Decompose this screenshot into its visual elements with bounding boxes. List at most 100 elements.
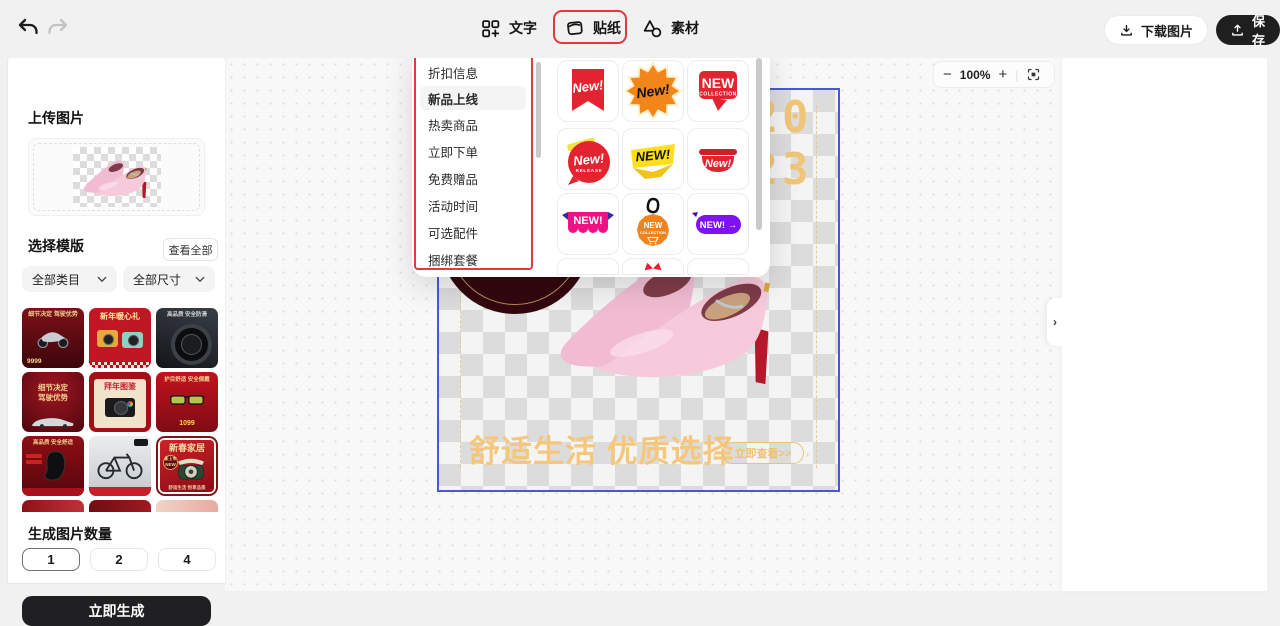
template-thumb-tire[interactable]: 高品质 安全防滑 bbox=[156, 308, 218, 368]
sticker-new-release-bubble[interactable]: New!RELEASE bbox=[557, 128, 619, 190]
download-icon bbox=[1119, 23, 1134, 38]
sticker-partial bbox=[557, 258, 619, 275]
top-toolbar: 文字 贴纸 素材 下载图片 保存 bbox=[0, 0, 1280, 58]
template-thumb-car[interactable]: 细节决定 驾驶优势 bbox=[22, 372, 84, 432]
camera-black bbox=[105, 398, 135, 417]
sticker-new-tub[interactable]: New! bbox=[687, 128, 749, 190]
zoom-controls: − 100% + | bbox=[933, 61, 1055, 88]
sticker-new-collection-bubble[interactable]: NEWCOLLECTION bbox=[687, 60, 749, 122]
sticker-new-collection-tag[interactable]: NEWCOLLECTION bbox=[622, 193, 684, 255]
template-section-title: 选择模版 bbox=[28, 236, 84, 256]
tire-graphic bbox=[171, 324, 212, 365]
count-option-2[interactable]: 2 bbox=[90, 548, 148, 571]
view-all-button[interactable]: 查看全部 bbox=[163, 238, 218, 261]
sticker-category-bundle[interactable]: 捆绑套餐 bbox=[420, 247, 526, 271]
tab-sticker-highlight bbox=[553, 10, 627, 44]
svg-text:NEW! →: NEW! → bbox=[700, 220, 737, 231]
zoom-divider: | bbox=[1015, 68, 1018, 82]
filter-size-select[interactable]: 全部尺寸 bbox=[123, 266, 215, 292]
template-thumb-glasses[interactable]: 护目舒适 安全佩戴 1099 bbox=[156, 372, 218, 432]
save-button[interactable]: 保存 bbox=[1216, 15, 1280, 45]
cta-deco-right: › bbox=[806, 449, 809, 459]
sticker-category-order-now[interactable]: 立即下单 bbox=[420, 139, 526, 163]
chevron-right-icon: › bbox=[1053, 315, 1057, 329]
cta-deco-left: ‹ bbox=[713, 449, 716, 459]
uploaded-image-thumb bbox=[73, 147, 161, 207]
zoom-in-button[interactable]: + bbox=[998, 67, 1007, 82]
sticker-category-discount[interactable]: 折扣信息 bbox=[420, 60, 526, 84]
sticker-new-scallop[interactable]: NEW! bbox=[557, 193, 619, 255]
zoom-out-button[interactable]: − bbox=[943, 67, 952, 82]
redo-icon[interactable] bbox=[46, 16, 72, 42]
svg-text:NEW!: NEW! bbox=[635, 146, 672, 164]
sticker-new-bookmark[interactable]: New! bbox=[557, 60, 619, 122]
left-sidebar: 上传图片 选择模版 查看全部 全部类目 全部尺寸 细节决定 驾驶优势 9999 … bbox=[8, 50, 225, 583]
price-chip bbox=[26, 454, 42, 458]
upload-icon bbox=[1230, 23, 1245, 38]
filter-category-label: 全部类目 bbox=[32, 271, 80, 288]
car-graphic bbox=[30, 415, 76, 428]
sidebar-divider bbox=[8, 586, 225, 587]
template-thumb-partial bbox=[89, 500, 151, 512]
right-properties-panel: › bbox=[1062, 52, 1267, 591]
shapes-icon bbox=[642, 18, 663, 39]
chevron-down-icon bbox=[195, 276, 205, 283]
svg-text:RELEASE: RELEASE bbox=[576, 168, 603, 173]
sticker-category-new-arrival[interactable]: 新品上线 bbox=[420, 86, 526, 110]
car-seat-graphic bbox=[44, 450, 68, 482]
count-option-4[interactable]: 4 bbox=[158, 548, 216, 571]
download-image-button[interactable]: 下载图片 bbox=[1104, 15, 1208, 45]
camera-teal bbox=[122, 332, 143, 348]
sticker-category-event-time[interactable]: 活动时间 bbox=[420, 193, 526, 217]
sticker-category-hot-sale[interactable]: 热卖商品 bbox=[420, 112, 526, 136]
save-label: 保存 bbox=[1252, 11, 1266, 49]
collapse-panel-button[interactable]: › bbox=[1047, 298, 1063, 346]
motorcycle-graphic bbox=[36, 326, 70, 348]
filter-category-select[interactable]: 全部类目 bbox=[22, 266, 117, 292]
template-thumb-carseat[interactable]: 高品质 安全舒适 bbox=[22, 436, 84, 496]
sticker-new-banner[interactable]: NEW! bbox=[622, 128, 684, 190]
sticker-category-free-gift[interactable]: 免费赠品 bbox=[420, 166, 526, 190]
template-thumb-motorcycle[interactable]: 细节决定 驾驶优势 9999 bbox=[22, 308, 84, 368]
tab-text-label: 文字 bbox=[509, 18, 537, 38]
template-thumb-camera-newyear[interactable]: 拜年图鉴 bbox=[89, 372, 151, 432]
upload-section-title: 上传图片 bbox=[28, 108, 84, 128]
svg-text:NEW: NEW bbox=[644, 221, 663, 230]
sticker-partial bbox=[687, 258, 749, 275]
glasses-graphic bbox=[169, 394, 205, 406]
fit-screen-icon[interactable] bbox=[1026, 67, 1041, 82]
category-scrollbar[interactable] bbox=[536, 62, 541, 158]
price-chip bbox=[26, 460, 42, 464]
sticker-new-arrow-pill[interactable]: NEW! → bbox=[687, 193, 749, 255]
camera-yellow bbox=[97, 330, 118, 347]
generate-button[interactable]: 立即生成 bbox=[22, 596, 211, 626]
tab-material[interactable]: 素材 bbox=[642, 12, 699, 44]
bottom-band bbox=[22, 488, 84, 496]
template-thumb-home-selected[interactable]: 新春家居 新上市NEW 舒适生活 悦享品质 bbox=[156, 436, 218, 496]
tab-text[interactable]: 文字 bbox=[480, 12, 537, 44]
cta-button-layer[interactable]: 立即查看>> bbox=[722, 442, 804, 464]
tab-material-label: 素材 bbox=[671, 18, 699, 38]
svg-text:New!: New! bbox=[705, 158, 732, 170]
download-label: 下载图片 bbox=[1141, 21, 1193, 40]
svg-text:NEW: NEW bbox=[702, 75, 735, 91]
upload-image-box[interactable] bbox=[28, 138, 205, 216]
undo-icon[interactable] bbox=[16, 16, 42, 42]
bicycle-graphic bbox=[95, 450, 145, 480]
svg-text:COLLECTION: COLLECTION bbox=[699, 92, 737, 98]
sticker-new-starburst[interactable]: New! bbox=[622, 60, 684, 122]
template-thumb-camera-gift[interactable]: 新年暖心礼 bbox=[89, 308, 151, 368]
bottom-band bbox=[89, 487, 151, 496]
svg-text:COLLECTION: COLLECTION bbox=[640, 230, 666, 235]
text-grid-icon bbox=[480, 18, 501, 39]
brand-chip bbox=[134, 439, 148, 446]
telephone-graphic bbox=[174, 456, 208, 482]
count-option-1[interactable]: 1 bbox=[22, 548, 80, 571]
sticker-dropdown-panel: 折扣信息 新品上线 热卖商品 立即下单 免费赠品 活动时间 可选配件 捆绑套餐 … bbox=[412, 44, 770, 277]
sticker-grid-scrollbar[interactable] bbox=[756, 58, 762, 230]
sticker-category-accessories[interactable]: 可选配件 bbox=[420, 220, 526, 244]
template-thumb-partial bbox=[22, 500, 84, 512]
template-thumb-bicycle[interactable] bbox=[89, 436, 151, 496]
count-section-title: 生成图片数量 bbox=[28, 524, 112, 544]
zoom-level: 100% bbox=[960, 68, 991, 82]
